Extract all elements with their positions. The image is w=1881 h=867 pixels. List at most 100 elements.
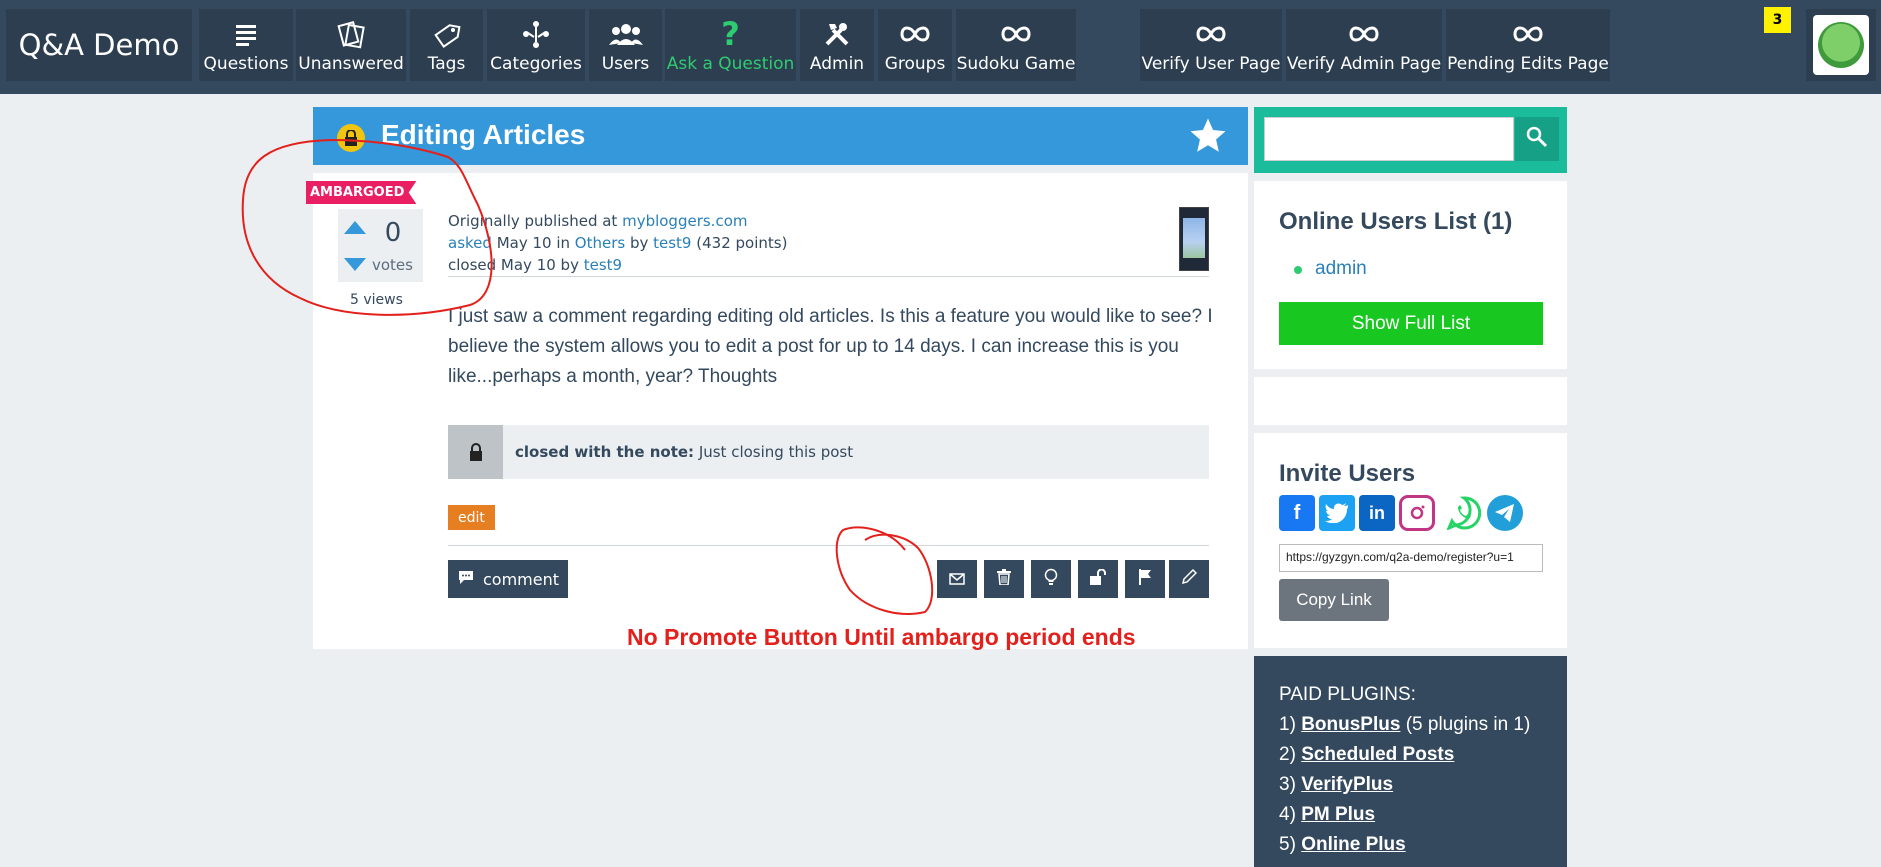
trash-icon <box>997 569 1011 589</box>
nav-users[interactable]: Users <box>589 9 662 81</box>
tools-icon <box>823 18 851 50</box>
search-box <box>1254 107 1567 173</box>
infinity-icon <box>899 18 931 50</box>
nav-unanswered[interactable]: Unanswered <box>296 9 406 81</box>
author-link[interactable]: test9 <box>653 234 691 252</box>
delete-button[interactable] <box>984 560 1024 598</box>
notification-badge[interactable]: 3 <box>1764 7 1791 33</box>
top-navbar: Q&A Demo Questions Unanswered Tags Categ… <box>0 0 1881 94</box>
comment-button[interactable]: comment <box>448 560 568 598</box>
lightbulb-icon <box>1044 568 1058 590</box>
tag-icon <box>432 18 462 50</box>
nav-questions[interactable]: Questions <box>199 9 293 81</box>
edit-button[interactable] <box>1169 560 1209 598</box>
plugin-link[interactable]: Scheduled Posts <box>1301 744 1454 765</box>
copy-link-button[interactable]: Copy Link <box>1279 579 1389 621</box>
plugin-number: 2) <box>1279 744 1302 765</box>
comment-label: comment <box>482 569 559 589</box>
plugin-item: 4) PM Plus <box>1279 804 1375 826</box>
tag-edit[interactable]: edit <box>448 505 495 530</box>
nav-label: Ask a Question <box>666 54 795 74</box>
by-text: by <box>625 234 654 252</box>
plugin-extra: (5 plugins in 1) <box>1400 714 1531 735</box>
plugin-item: 3) VerifyPlus <box>1279 774 1393 796</box>
facebook-icon[interactable]: f <box>1279 495 1315 531</box>
published-prefix: Originally published at <box>448 212 623 230</box>
message-button[interactable] <box>937 560 977 598</box>
plugin-link[interactable]: Online Plus <box>1301 834 1406 855</box>
nav-label: Categories <box>490 54 582 74</box>
page-title: Editing Articles <box>381 119 586 150</box>
user-menu[interactable] <box>1806 9 1876 81</box>
nav-categories[interactable]: Categories <box>487 9 585 81</box>
online-users-widget: Online Users List (1) admin Show Full Li… <box>1254 181 1567 369</box>
plugin-item: 1) BonusPlus (5 plugins in 1) <box>1279 714 1530 736</box>
view-count: 5 views <box>350 292 403 308</box>
nav-label: Users <box>601 54 650 74</box>
vote-up-icon[interactable] <box>344 221 366 234</box>
nav-admin[interactable]: Admin <box>800 9 874 81</box>
plugin-link[interactable]: PM Plus <box>1301 804 1375 825</box>
nav-label: Admin <box>809 54 865 74</box>
annotation-text: No Promote Button Until ambargo period e… <box>627 624 1136 650</box>
linkedin-icon[interactable]: in <box>1359 495 1395 531</box>
infinity-icon <box>1000 18 1032 50</box>
flag-button[interactable] <box>1125 560 1165 598</box>
unlock-icon <box>1089 568 1107 589</box>
paid-plugins-widget: PAID PLUGINS: 1) BonusPlus (5 plugins in… <box>1254 656 1567 867</box>
nav-tags[interactable]: Tags <box>410 9 483 81</box>
plugin-link[interactable]: VerifyPlus <box>1301 774 1393 795</box>
users-icon <box>608 18 643 50</box>
site-logo[interactable]: Q&A Demo <box>6 9 192 81</box>
questions-icon <box>234 18 258 50</box>
nav-label: Tags <box>427 54 466 74</box>
lock-icon <box>337 124 365 152</box>
plugin-number: 3) <box>1279 774 1302 795</box>
reopen-button[interactable] <box>1078 560 1118 598</box>
invite-link-field[interactable]: https://gyzgyn.com/q2a-demo/register?u=1 <box>1279 544 1543 572</box>
hint-button[interactable] <box>1031 560 1071 598</box>
telegram-icon[interactable] <box>1487 495 1523 531</box>
vote-down-icon[interactable] <box>344 258 366 271</box>
question-body: I just saw a comment regarding editing o… <box>448 306 1213 387</box>
closed-note-text: closed with the note: Just closing this … <box>515 443 853 461</box>
infinity-icon <box>1195 18 1227 50</box>
nav-sudoku-game[interactable]: Sudoku Game <box>956 9 1076 81</box>
nav-ask-question[interactable]: ? Ask a Question <box>665 9 796 81</box>
empty-widget <box>1254 377 1567 425</box>
closed-note-label: closed with the note: <box>515 443 695 461</box>
nav-label: Questions <box>203 54 289 74</box>
show-full-list-button[interactable]: Show Full List <box>1279 302 1543 345</box>
published-site-link[interactable]: mybloggers.com <box>622 212 747 230</box>
online-users-title: Online Users List (1) <box>1279 208 1513 235</box>
category-link[interactable]: Others <box>575 234 625 252</box>
envelope-icon <box>949 570 965 589</box>
whatsapp-icon[interactable] <box>1446 495 1482 531</box>
nav-label: Sudoku Game <box>956 54 1076 74</box>
question-title-bar: Editing Articles <box>313 107 1248 165</box>
categories-icon <box>521 18 551 50</box>
author-points: (432 points) <box>691 234 788 252</box>
plugin-number: 5) <box>1279 834 1302 855</box>
search-input[interactable] <box>1264 117 1514 161</box>
question-meta: Originally published at mybloggers.com a… <box>448 210 787 276</box>
search-button[interactable] <box>1515 117 1559 161</box>
instagram-icon[interactable] <box>1399 495 1435 531</box>
online-user-link[interactable]: admin <box>1315 258 1367 280</box>
paid-plugins-title: PAID PLUGINS: <box>1279 684 1416 705</box>
plugin-item: 5) Online Plus <box>1279 834 1406 856</box>
nav-groups[interactable]: Groups <box>878 9 952 81</box>
twitter-icon[interactable] <box>1319 495 1355 531</box>
nav-verify-user-page[interactable]: Verify User Page <box>1140 9 1282 81</box>
nav-verify-admin-page[interactable]: Verify Admin Page <box>1286 9 1442 81</box>
closed-by-link[interactable]: test9 <box>584 256 622 274</box>
plugin-number: 4) <box>1279 804 1302 825</box>
infinity-icon <box>1512 18 1544 50</box>
favorite-star-icon[interactable] <box>1187 115 1229 161</box>
author-avatar-thumbnail[interactable] <box>1179 207 1209 271</box>
infinity-icon <box>1348 18 1380 50</box>
plugin-link[interactable]: BonusPlus <box>1301 714 1400 735</box>
nav-pending-edits-page[interactable]: Pending Edits Page <box>1446 9 1610 81</box>
avatar <box>1813 15 1869 75</box>
asked-link[interactable]: asked <box>448 234 492 252</box>
